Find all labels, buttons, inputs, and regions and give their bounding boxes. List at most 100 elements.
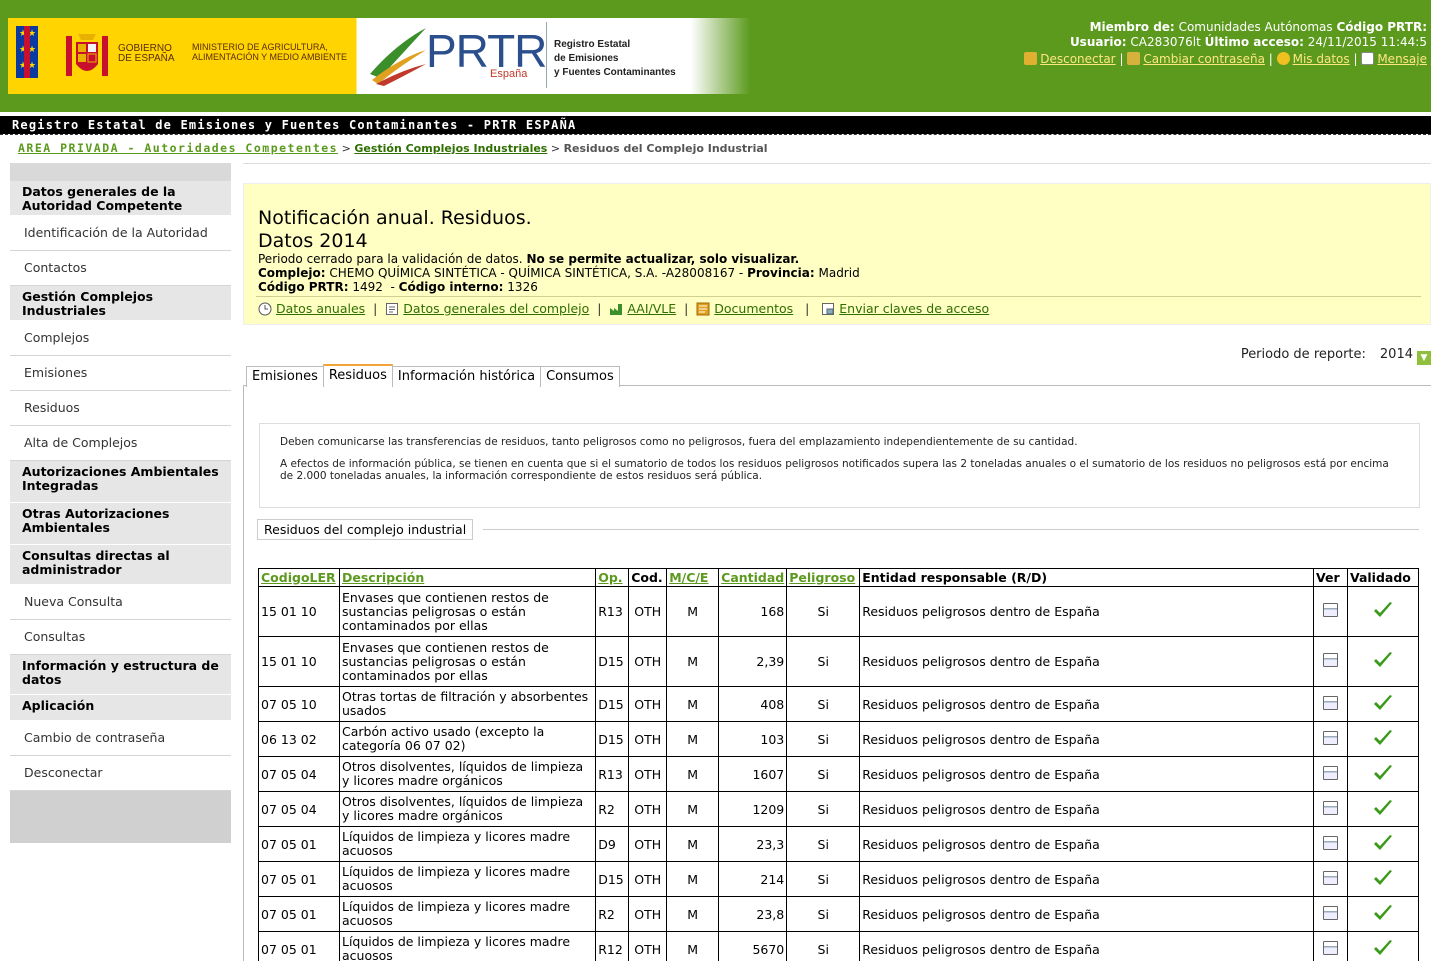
sidebar-item-new-query[interactable]: Nueva Consulta <box>10 585 231 620</box>
period-notice: No se permite actualizar, solo visualiza… <box>526 252 800 266</box>
aai-vle-link[interactable]: AAI/VLE <box>627 301 676 316</box>
user-info: Miembro de: Comunidades Autónomas Código… <box>967 20 1427 50</box>
sidebar-item-disconnect[interactable]: Desconectar <box>10 756 231 791</box>
sidebar-section-data-structure[interactable]: Información y estructura de datos <box>10 655 231 695</box>
cell-validado <box>1346 636 1420 687</box>
cell-validado <box>1346 826 1420 862</box>
cell-cod: OTH <box>628 686 668 722</box>
view-detail-icon[interactable] <box>1322 603 1338 617</box>
tab-waste[interactable]: Residuos <box>322 364 393 387</box>
table-row: 15 01 10 Envases que contienen restos de … <box>258 586 1420 637</box>
sidebar-section-other-authorizations[interactable]: Otras Autorizaciones Ambientales <box>10 503 231 545</box>
cell-descripcion: Líquidos de limpieza y licores madre acu… <box>338 931 597 961</box>
annual-data-link[interactable]: Datos anuales <box>276 301 365 316</box>
view-detail-icon[interactable] <box>1322 695 1338 710</box>
cell-codigoler: 06 13 02 <box>258 721 340 757</box>
sidebar-item-emissions[interactable]: Emisiones <box>10 356 231 391</box>
cell-codigoler: 07 05 04 <box>258 756 340 792</box>
cell-cantidad: 2,39 <box>718 636 788 687</box>
messages-link[interactable]: Mensaje <box>1377 52 1427 66</box>
my-data-link[interactable]: Mis datos <box>1293 52 1350 66</box>
cell-descripcion: Líquidos de limpieza y licores madre acu… <box>338 896 597 932</box>
check-icon <box>1373 869 1392 885</box>
col-header-cod: Cod. <box>628 568 668 587</box>
cell-cod: OTH <box>628 586 668 637</box>
breadcrumb-complex-management[interactable]: Gestión Complejos Industriales <box>354 142 547 155</box>
documents-link[interactable]: Documentos <box>714 301 793 316</box>
change-password-link[interactable]: Cambiar contraseña <box>1143 52 1265 66</box>
check-icon <box>1373 694 1392 710</box>
sidebar-section-queries: Consultas directas al administrador <box>10 545 231 585</box>
col-header-peligroso[interactable]: Peligroso <box>786 568 861 587</box>
cell-mce: M <box>666 586 720 637</box>
check-icon <box>1373 799 1392 815</box>
pencil-icon <box>1127 52 1141 65</box>
tab-consumption[interactable]: Consumos <box>540 366 620 387</box>
cell-codigoler: 07 05 01 <box>258 826 340 862</box>
reporting-period: Periodo de reporte: 2014 ▼ <box>1241 347 1431 365</box>
table-row: 07 05 01 Líquidos de limpieza y licores m… <box>258 896 1420 932</box>
disconnect-link[interactable]: Desconectar <box>1040 52 1115 66</box>
general-data-link[interactable]: Datos generales del complejo <box>403 301 589 316</box>
breadcrumb-current: Residuos del Complejo Industrial <box>563 142 768 155</box>
sidebar-section-aai[interactable]: Autorizaciones Ambientales Integradas <box>10 461 231 503</box>
view-detail-icon[interactable] <box>1322 940 1338 955</box>
province-value: Madrid <box>818 266 860 280</box>
ministry-name: Ministerio de Agricultura, Alimentación … <box>192 42 348 62</box>
sidebar-item-complexes[interactable]: Complejos <box>10 321 231 356</box>
cell-cod: OTH <box>628 791 668 827</box>
breadcrumb-separator: > <box>547 142 564 155</box>
registry-line: Registro Estatal <box>554 39 631 50</box>
notification-title: Notificación anual. Residuos. <box>258 207 532 229</box>
col-header-mce[interactable]: M/C/E <box>666 568 720 587</box>
check-icon <box>1373 602 1392 617</box>
view-detail-icon[interactable] <box>1322 800 1338 815</box>
sidebar-item-queries[interactable]: Consultas <box>10 620 231 655</box>
cell-peligroso: Si <box>786 721 861 757</box>
cell-cod: OTH <box>628 931 668 961</box>
check-icon <box>1373 939 1392 955</box>
col-header-descripcion[interactable]: Descripción <box>338 568 597 587</box>
cell-ver <box>1313 896 1348 932</box>
sidebar-item-waste[interactable]: Residuos <box>10 391 231 426</box>
logo-strip: ★★ ★★ ★★ Gobierno de España Ministerio d… <box>8 18 750 94</box>
period-label: Periodo de reporte: <box>1240 347 1366 362</box>
send-keys-link[interactable]: Enviar claves de acceso <box>839 301 989 316</box>
view-detail-icon[interactable] <box>1322 765 1338 780</box>
view-detail-icon[interactable] <box>1322 730 1338 745</box>
cell-ver <box>1313 861 1348 897</box>
cell-mce: M <box>666 861 720 897</box>
sidebar-item-identification[interactable]: Identificación de la Autoridad <box>10 216 231 251</box>
period-select[interactable]: 2014 <box>1380 347 1413 362</box>
view-detail-icon[interactable] <box>1322 653 1338 667</box>
table-row: 07 05 01 Líquidos de limpieza y licores m… <box>258 931 1420 961</box>
sidebar-item-contacts[interactable]: Contactos <box>10 251 231 286</box>
view-detail-icon[interactable] <box>1322 870 1338 885</box>
registry-line: de Emisiones <box>554 53 619 64</box>
complex-line: Complejo: CHEMO QUÍMICA SINTÉTICA - QUÍM… <box>258 266 860 280</box>
view-detail-icon[interactable] <box>1322 835 1338 850</box>
cell-cantidad: 1209 <box>718 791 788 827</box>
view-detail-icon[interactable] <box>1322 905 1338 920</box>
cell-validado <box>1346 896 1420 932</box>
cell-cod: OTH <box>628 636 668 687</box>
tab-history[interactable]: Información histórica <box>391 366 542 387</box>
notification-year: Datos 2014 <box>258 230 368 252</box>
cell-entidad: Residuos peligrosos dentro de España <box>859 791 1314 827</box>
cell-validado <box>1346 721 1420 757</box>
cell-descripcion: Carbón activo usado (excepto la categorí… <box>338 721 597 757</box>
col-header-op[interactable]: Op. <box>595 568 630 587</box>
cell-descripcion: Otros disolventes, líquidos de limpieza … <box>338 756 597 792</box>
cell-ver <box>1313 931 1348 961</box>
cell-mce: M <box>666 721 720 757</box>
col-header-cantidad[interactable]: Cantidad <box>718 568 788 587</box>
tab-emissions[interactable]: Emisiones <box>246 366 324 387</box>
prtr-swoosh-icon <box>370 28 426 86</box>
sidebar-item-change-password[interactable]: Cambio de contraseña <box>10 721 231 756</box>
breadcrumb-private-area[interactable]: AREA PRIVADA - Autoridades Competentes <box>18 141 338 155</box>
coat-of-arms-icon <box>66 34 108 76</box>
waste-table: CodigoLER Descripción Op. Cod. M/C/E Can… <box>258 568 1420 961</box>
sidebar-item-new-complex[interactable]: Alta de Complejos <box>10 426 231 461</box>
chevron-down-icon[interactable]: ▼ <box>1417 351 1431 365</box>
col-header-codigoler[interactable]: CodigoLER <box>258 568 340 587</box>
